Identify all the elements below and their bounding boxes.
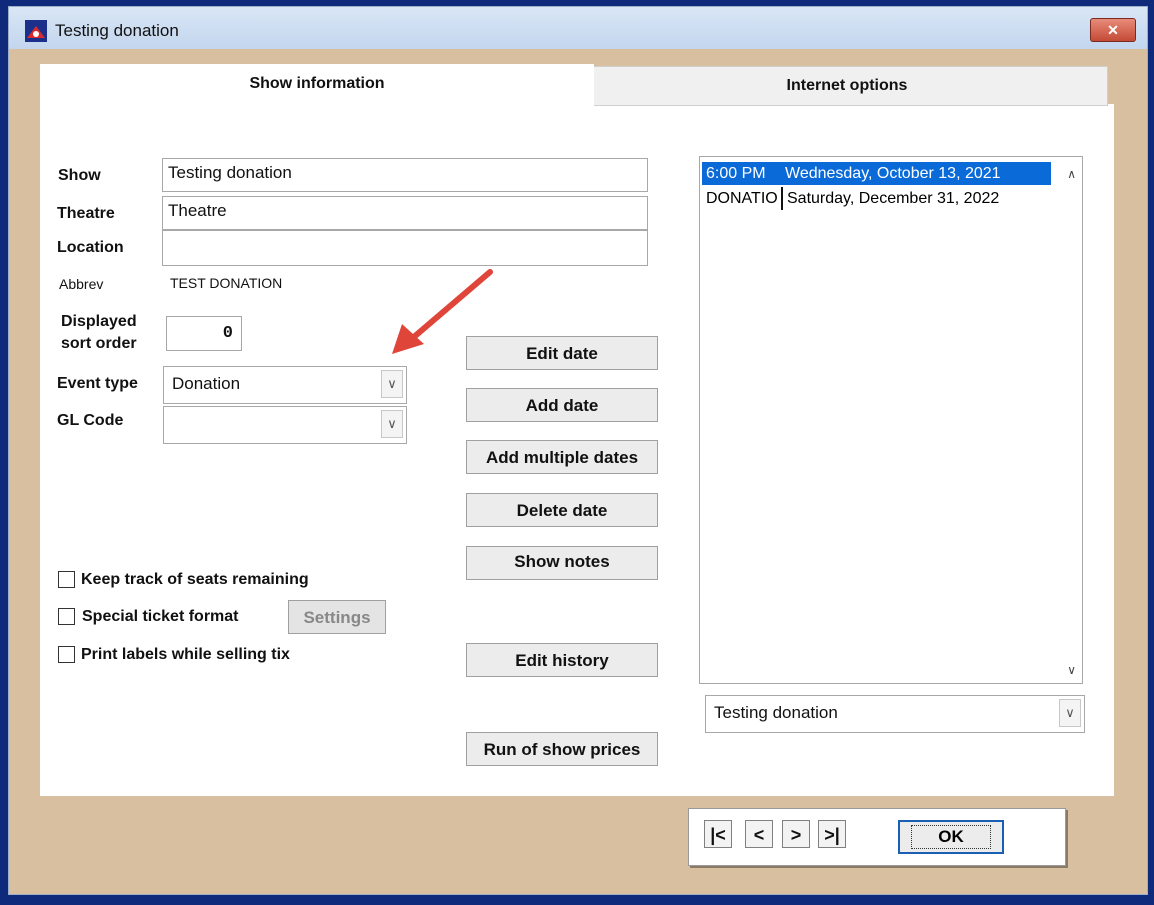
show-label: Show: [58, 167, 101, 184]
settings-button[interactable]: Settings: [288, 600, 386, 634]
print-labels-label[interactable]: Print labels while selling tix: [81, 646, 290, 664]
list-item-date[interactable]: Saturday, December 31, 2022: [781, 187, 1053, 210]
show-dates-list[interactable]: 6:00 PM Wednesday, October 13, 2021 DONA…: [699, 156, 1083, 684]
event-type-value: Donation: [172, 374, 241, 393]
close-button[interactable]: ✕: [1090, 18, 1136, 42]
edit-history-button[interactable]: Edit history: [466, 643, 658, 677]
first-record-button[interactable]: |<: [704, 820, 732, 848]
event-type-select[interactable]: Donation ∨: [163, 366, 407, 404]
app-icon: [25, 20, 47, 42]
sort-order-label-line1: Displayed: [61, 313, 137, 330]
show-select[interactable]: Testing donation ∨: [705, 695, 1085, 733]
tab-internet-options[interactable]: Internet options: [586, 66, 1108, 106]
next-record-button[interactable]: >: [782, 820, 810, 848]
theatre-field[interactable]: Theatre: [162, 196, 648, 230]
chevron-down-icon[interactable]: ∨: [381, 370, 403, 398]
last-record-button[interactable]: >|: [818, 820, 846, 848]
edit-date-button[interactable]: Edit date: [466, 336, 658, 370]
title-bar: [9, 7, 1147, 49]
sort-order-label-line2: sort order: [61, 335, 137, 352]
theatre-label: Theatre: [57, 205, 115, 222]
delete-date-button[interactable]: Delete date: [466, 493, 658, 527]
location-label: Location: [57, 239, 124, 256]
gl-code-label: GL Code: [57, 412, 124, 429]
special-format-checkbox[interactable]: [58, 608, 75, 625]
chevron-down-icon[interactable]: ∨: [381, 410, 403, 438]
keep-track-label[interactable]: Keep track of seats remaining: [81, 571, 309, 589]
show-field[interactable]: Testing donation: [162, 158, 648, 192]
abbrev-label: Abbrev: [59, 276, 104, 292]
keep-track-checkbox[interactable]: [58, 571, 75, 588]
chevron-down-icon[interactable]: ∨: [1059, 699, 1081, 727]
show-notes-button[interactable]: Show notes: [466, 546, 658, 580]
print-labels-checkbox[interactable]: [58, 646, 75, 663]
tab-show-information[interactable]: Show information: [40, 64, 594, 108]
window-title: Testing donation: [55, 21, 179, 40]
close-icon: ✕: [1107, 22, 1119, 38]
previous-record-button[interactable]: <: [745, 820, 773, 848]
add-date-button[interactable]: Add date: [466, 388, 658, 422]
list-item-time[interactable]: 6:00 PM: [702, 162, 781, 185]
gl-code-select[interactable]: ∨: [163, 406, 407, 444]
ok-label: OK: [911, 825, 991, 849]
abbrev-value: TEST DONATION: [170, 275, 283, 291]
location-field[interactable]: [162, 230, 648, 266]
list-item-time[interactable]: DONATIO: [702, 187, 781, 210]
list-item-date[interactable]: Wednesday, October 13, 2021: [781, 162, 1051, 185]
run-of-show-prices-button[interactable]: Run of show prices: [466, 732, 658, 766]
ok-button[interactable]: OK: [898, 820, 1004, 854]
sort-order-field[interactable]: 0: [166, 316, 242, 351]
show-select-value: Testing donation: [714, 703, 838, 722]
chevron-up-icon[interactable]: ∧: [1067, 167, 1076, 181]
add-multiple-dates-button[interactable]: Add multiple dates: [466, 440, 658, 474]
chevron-down-icon[interactable]: ∨: [1067, 663, 1076, 677]
event-type-label: Event type: [57, 375, 138, 392]
special-format-label[interactable]: Special ticket format: [82, 608, 239, 626]
